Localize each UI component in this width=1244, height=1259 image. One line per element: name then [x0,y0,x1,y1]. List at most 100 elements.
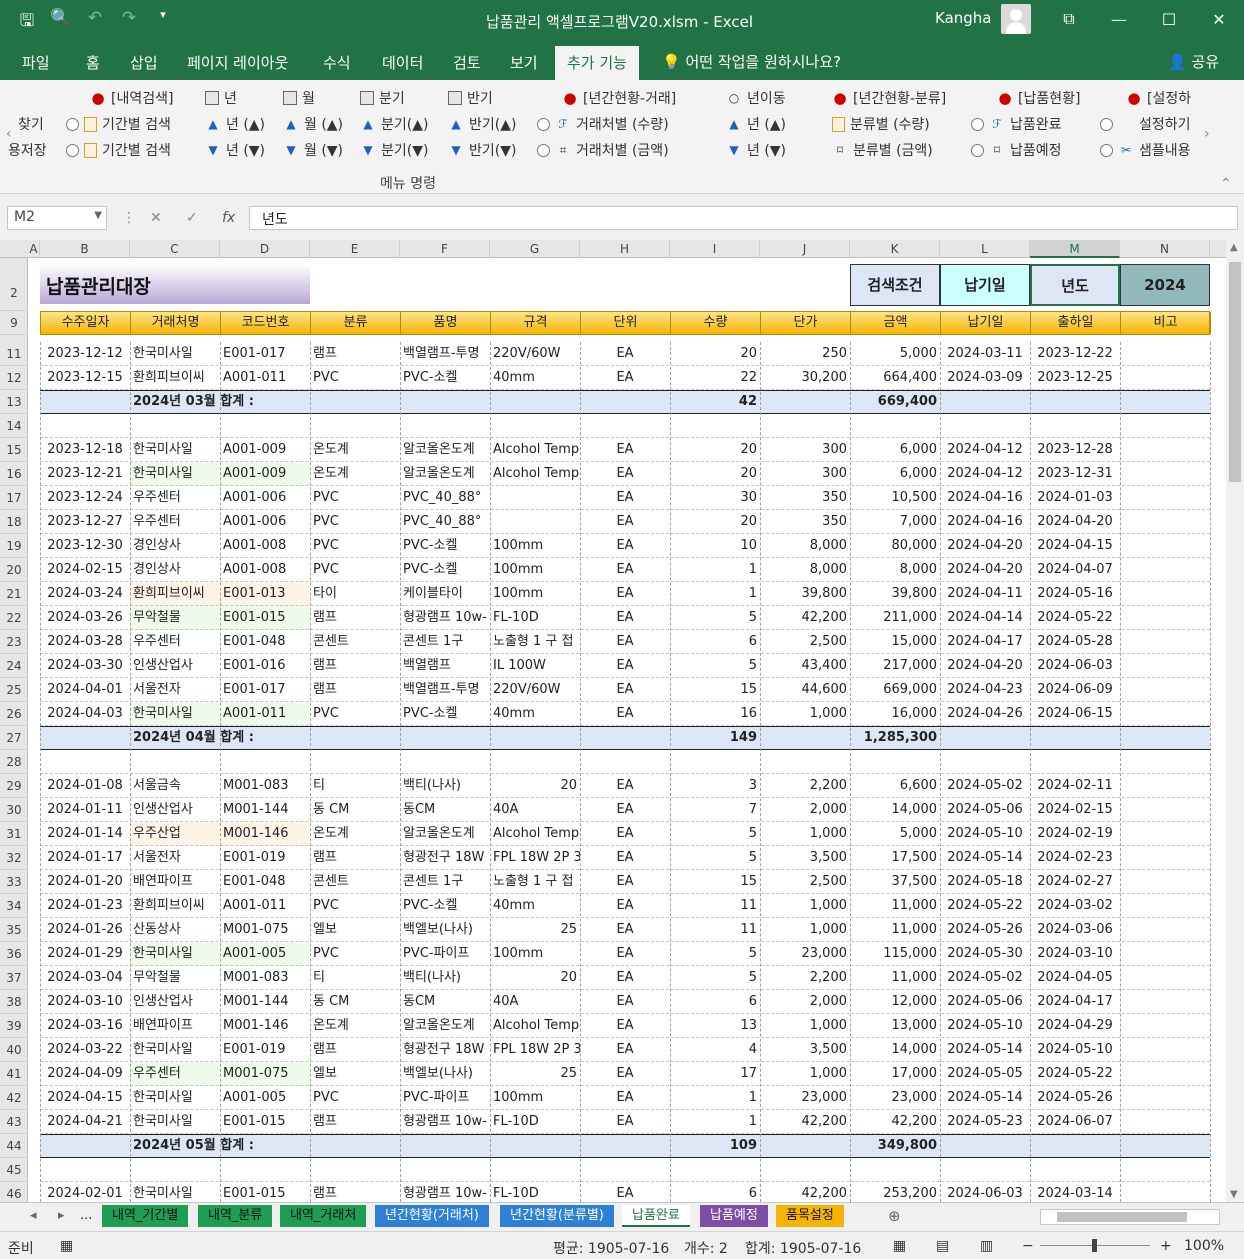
ribbon-display-options-icon[interactable]: ⧉ [1044,0,1094,38]
vertical-scrollbar[interactable]: ▲ ▼ [1226,240,1244,1202]
btn-year-move-down[interactable]: ▼ 년 (▼) [726,140,786,160]
zoom-level[interactable]: 100% [1184,1238,1224,1254]
cell-품명[interactable]: 백엘보(나사) [400,918,490,941]
cell-금액[interactable]: 5,000 [850,342,940,365]
cell-거래처명[interactable]: 한국미사일 [130,1038,220,1061]
insert-function-icon[interactable]: fx [222,210,235,226]
cell-규격[interactable]: FPL 18W 2P 3파 [490,846,580,869]
cell-품명[interactable]: 형광램프 10w- [400,1110,490,1133]
cell-코드번호[interactable]: A001-006 [220,486,310,509]
cell-수량[interactable]: 13 [670,1014,760,1037]
cell-납기일[interactable]: 2024-04-11 [940,582,1030,605]
cell-납기일[interactable]: 2024-04-14 [940,606,1030,629]
cell-분류[interactable]: 램프 [310,1038,400,1061]
cell-거래처명[interactable]: 한국미사일 [130,438,220,461]
cell-분류[interactable]: 티 [310,774,400,797]
cell-코드번호[interactable]: M001-144 [220,990,310,1013]
cell-단가[interactable]: 1,000 [760,1014,850,1037]
btn-delivery-status[interactable]: ● [납품현황] [997,88,1080,108]
row-header-19[interactable]: 19 [0,534,28,558]
cell-납기일[interactable]: 2024-04-20 [940,534,1030,557]
btn-history-search[interactable]: ● [내역검색] [90,88,173,108]
cell-납기일[interactable]: 2024-06-03 [940,1182,1030,1202]
page-layout-icon[interactable]: ▤ [936,1238,949,1254]
cell-단위[interactable]: EA [580,894,670,917]
btn-quarter-up[interactable]: ▲ 분기(▲) [360,114,428,134]
row-header-28[interactable]: 28 [0,750,28,774]
row-header-37[interactable]: 37 [0,966,28,990]
cell-출하일[interactable]: 2024-01-03 [1030,486,1120,509]
cell-코드번호[interactable]: E001-015 [220,1182,310,1202]
cell-수주일자[interactable]: 2024-04-09 [40,1062,130,1085]
zoom-thumb[interactable] [1092,1239,1097,1252]
cell-납기일[interactable]: 2024-04-17 [940,630,1030,653]
cell-거래처명[interactable]: 한국미사일 [130,942,220,965]
cell-코드번호[interactable]: A001-011 [220,702,310,725]
row-header-44[interactable]: 44 [0,1134,28,1158]
column-header-b[interactable]: B [40,240,130,258]
cell-분류[interactable]: PVC [310,1086,400,1109]
cell-출하일[interactable]: 2024-02-23 [1030,846,1120,869]
cell-거래처명[interactable]: 우주센터 [130,510,220,533]
row-header-15[interactable]: 15 [0,438,28,462]
btn-save[interactable]: 용저장 [8,140,47,160]
cell-출하일[interactable]: 2024-03-10 [1030,942,1120,965]
cell-단가[interactable]: 2,500 [760,630,850,653]
cell-단가[interactable]: 30,200 [760,366,850,389]
cell-품명[interactable]: 알코올온도계 [400,1014,490,1037]
cell-출하일[interactable]: 2023-12-25 [1030,366,1120,389]
cell-금액[interactable]: 16,000 [850,702,940,725]
cell-수량[interactable]: 22 [670,366,760,389]
cell-규격[interactable]: 20 [490,774,580,797]
row-header-36[interactable]: 36 [0,942,28,966]
btn-find[interactable]: 찾기 [18,114,44,134]
cell-단가[interactable]: 2,000 [760,990,850,1013]
cell-품명[interactable]: 형광램프 10w- [400,1182,490,1202]
cell-분류[interactable]: 온도계 [310,438,400,461]
cell-분류[interactable]: 램프 [310,654,400,677]
cell-수량[interactable]: 10 [670,534,760,557]
cell-규격[interactable]: 노출형 1 구 접 [490,870,580,893]
cell-거래처명[interactable]: 한국미사일 [130,1182,220,1202]
btn-delivered[interactable]: ℱ 납품완료 [971,114,1062,134]
cell-코드번호[interactable]: E001-013 [220,582,310,605]
cell-단위[interactable]: EA [580,918,670,941]
btn-half[interactable]: 반기 [448,88,493,108]
row-header-26[interactable]: 26 [0,702,28,726]
cell-규격[interactable]: 25 [490,918,580,941]
name-box[interactable]: M2 ▼ [7,206,107,230]
cell-분류[interactable]: 티 [310,966,400,989]
cell-수주일자[interactable]: 2024-01-08 [40,774,130,797]
cell-금액[interactable]: 17,500 [850,846,940,869]
cell-품명[interactable]: 형광전구 18W [400,1038,490,1061]
cell-출하일[interactable]: 2024-06-15 [1030,702,1120,725]
cell-단가[interactable]: 2,200 [760,966,850,989]
cell-금액[interactable]: 115,000 [850,942,940,965]
column-header-k[interactable]: K [850,240,940,258]
subtotal-amount[interactable]: 669,400 [850,390,940,413]
cell-출하일[interactable]: 2024-04-29 [1030,1014,1120,1037]
cell-코드번호[interactable]: M001-083 [220,774,310,797]
scroll-down-icon[interactable]: ▼ [1230,1189,1238,1200]
tab-add-ins[interactable]: 추가 기능 [555,46,639,80]
cell-품명[interactable]: PVC-소켈 [400,558,490,581]
cell-규격[interactable]: Alcohol Temp [490,438,580,461]
subtotal-amount[interactable]: 349,800 [850,1134,940,1157]
cell-출하일[interactable]: 2024-04-07 [1030,558,1120,581]
tab-scroll-left-icon[interactable]: ◂ [20,1205,47,1227]
cell-납기일[interactable]: 2024-04-12 [940,438,1030,461]
redo-icon[interactable]: ↷ [118,8,140,37]
cell-수주일자[interactable]: 2023-12-30 [40,534,130,557]
cell-단가[interactable]: 8,000 [760,534,850,557]
cell-분류[interactable]: 동 CM [310,798,400,821]
row-header-16[interactable]: 16 [0,462,28,486]
cell-납기일[interactable]: 2024-04-12 [940,462,1030,485]
cell-수주일자[interactable]: 2024-04-03 [40,702,130,725]
cell-품명[interactable]: PVC-소켈 [400,366,490,389]
cell-수주일자[interactable]: 2023-12-27 [40,510,130,533]
cell-품명[interactable]: 동CM [400,990,490,1013]
cell-분류[interactable]: 엘보 [310,1062,400,1085]
cell-단가[interactable]: 42,200 [760,1110,850,1133]
cell-금액[interactable]: 6,000 [850,438,940,461]
sheet-tab-scheduled[interactable]: 납품예정 [700,1205,768,1227]
